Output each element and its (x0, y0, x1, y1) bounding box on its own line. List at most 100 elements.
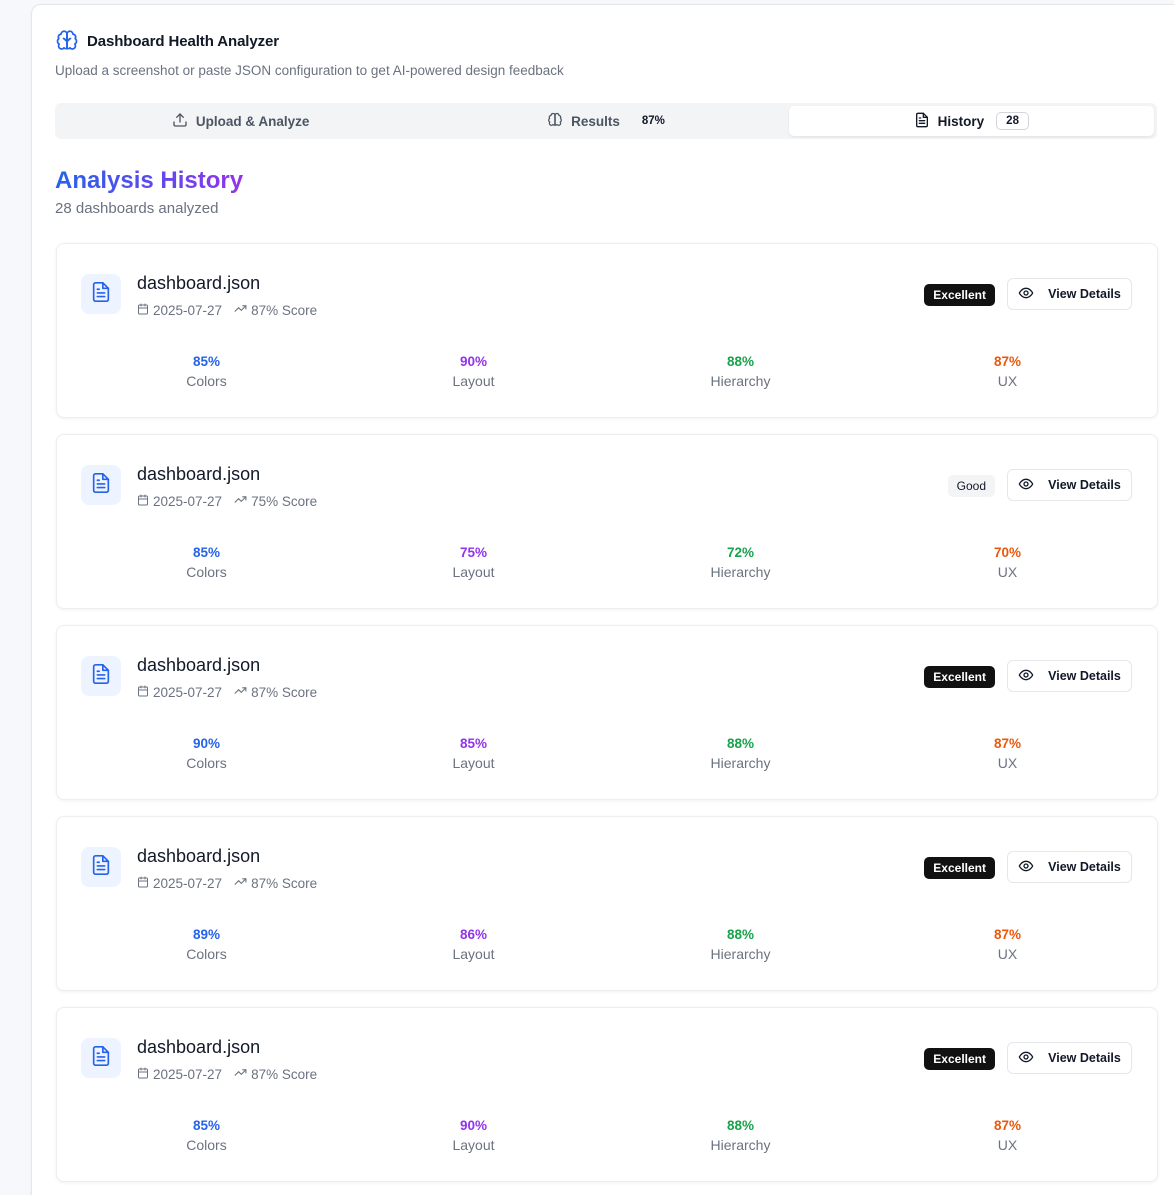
file-name: dashboard.json (137, 1037, 261, 1057)
eye-icon (1018, 1049, 1034, 1068)
history-count-badge: 28 (996, 112, 1029, 130)
metric-label: UX (997, 946, 1018, 962)
file-icon-box (81, 656, 121, 696)
metric-label: Hierarchy (710, 946, 771, 962)
metric-label: Layout (452, 564, 495, 580)
calendar-icon (137, 303, 149, 318)
date-text: 2025-07-27 (153, 1066, 223, 1082)
trending-up-icon (234, 1066, 247, 1082)
brain-icon (55, 29, 79, 53)
tab-bar: Upload & Analyze Results 87% History 28 (55, 103, 1157, 139)
history-card: dashboard.json 2025-07-27 87% Score Exce… (56, 243, 1158, 418)
metric-hierarchy: 72% Hierarchy (607, 545, 874, 580)
view-details-button[interactable]: View Details (1007, 278, 1132, 310)
metric-label: Hierarchy (710, 755, 771, 771)
date-meta: 2025-07-27 (137, 303, 222, 318)
date-text: 2025-07-27 (153, 875, 223, 891)
metrics-row: 85% Colors 90% Layout 88% Hierarchy 87% … (73, 1118, 1141, 1153)
tab-upload-analyze[interactable]: Upload & Analyze (58, 106, 423, 136)
calendar-icon (137, 685, 149, 700)
metric-layout: 85% Layout (340, 736, 607, 771)
metric-value: 90% (459, 1118, 488, 1133)
metric-value: 88% (726, 354, 755, 369)
metric-label: Layout (452, 946, 495, 962)
metric-ux: 87% UX (874, 927, 1141, 962)
metric-layout: 90% Layout (340, 354, 607, 389)
date-meta: 2025-07-27 (137, 1067, 222, 1082)
metric-value: 87% (993, 736, 1022, 751)
metric-label: UX (997, 1137, 1018, 1153)
file-text-icon (914, 112, 930, 131)
metric-label: UX (997, 373, 1018, 389)
score-text: 75% Score (251, 493, 318, 509)
card-meta: 2025-07-27 75% Score (137, 493, 317, 509)
file-name: dashboard.json (137, 846, 261, 866)
view-details-label: View Details (1048, 1051, 1121, 1065)
metric-colors: 85% Colors (73, 1118, 340, 1153)
metric-label: Colors (186, 1137, 227, 1153)
score-meta: 75% Score (234, 493, 317, 509)
eye-icon (1018, 476, 1034, 495)
metric-value: 87% (993, 927, 1022, 942)
calendar-icon (137, 1067, 149, 1082)
metric-label: Colors (186, 564, 227, 580)
metric-hierarchy: 88% Hierarchy (607, 354, 874, 389)
card-meta: 2025-07-27 87% Score (137, 302, 317, 318)
metric-label: UX (997, 755, 1018, 771)
rating-badge: Excellent (924, 1048, 995, 1070)
trending-up-icon (234, 493, 247, 509)
tab-results[interactable]: Results 87% (423, 106, 788, 136)
view-details-button[interactable]: View Details (1007, 1042, 1132, 1074)
upload-icon (172, 112, 188, 131)
metric-ux: 87% UX (874, 736, 1141, 771)
history-card: dashboard.json 2025-07-27 75% Score Good… (56, 434, 1158, 609)
file-icon-box (81, 1038, 121, 1078)
metric-layout: 86% Layout (340, 927, 607, 962)
results-count: 87% (641, 115, 665, 127)
view-details-label: View Details (1048, 860, 1121, 874)
score-meta: 87% Score (234, 1066, 317, 1082)
file-text-icon (90, 663, 112, 690)
metric-label: Layout (452, 1137, 495, 1153)
metric-value: 87% (993, 354, 1022, 369)
metric-value: 89% (192, 927, 221, 942)
date-meta: 2025-07-27 (137, 876, 222, 891)
view-details-button[interactable]: View Details (1007, 851, 1132, 883)
app-header: Dashboard Health Analyzer Upload a scree… (55, 29, 564, 78)
view-details-label: View Details (1048, 478, 1121, 492)
metrics-row: 85% Colors 90% Layout 88% Hierarchy 87% … (73, 354, 1141, 389)
metric-value: 70% (993, 545, 1022, 560)
metric-value: 88% (726, 927, 755, 942)
score-text: 87% Score (251, 302, 318, 318)
card-meta: 2025-07-27 87% Score (137, 875, 317, 891)
metric-label: Colors (186, 755, 227, 771)
trending-up-icon (234, 684, 247, 700)
metric-value: 85% (192, 354, 221, 369)
history-list: dashboard.json 2025-07-27 87% Score Exce… (56, 243, 1158, 1195)
rating-badge: Excellent (924, 857, 995, 879)
trending-up-icon (234, 302, 247, 318)
metric-layout: 75% Layout (340, 545, 607, 580)
score-meta: 87% Score (234, 684, 317, 700)
metric-value: 85% (192, 545, 221, 560)
eye-icon (1018, 667, 1034, 686)
view-details-button[interactable]: View Details (1007, 469, 1132, 501)
metric-label: Hierarchy (710, 564, 771, 580)
metric-value: 72% (726, 545, 755, 560)
date-meta: 2025-07-27 (137, 685, 222, 700)
metric-colors: 85% Colors (73, 545, 340, 580)
history-card: dashboard.json 2025-07-27 87% Score Exce… (56, 1007, 1158, 1182)
tab-label: Results (571, 113, 620, 129)
metrics-row: 85% Colors 75% Layout 72% Hierarchy 70% … (73, 545, 1141, 580)
metric-layout: 90% Layout (340, 1118, 607, 1153)
file-icon-box (81, 274, 121, 314)
tab-history[interactable]: History 28 (788, 106, 1154, 136)
metric-label: Colors (186, 373, 227, 389)
rating-badge: Good (947, 475, 995, 497)
trending-up-icon (234, 875, 247, 891)
metric-label: UX (997, 564, 1018, 580)
date-text: 2025-07-27 (153, 684, 223, 700)
metric-ux: 70% UX (874, 545, 1141, 580)
view-details-button[interactable]: View Details (1007, 660, 1132, 692)
tab-label: History (937, 113, 985, 129)
